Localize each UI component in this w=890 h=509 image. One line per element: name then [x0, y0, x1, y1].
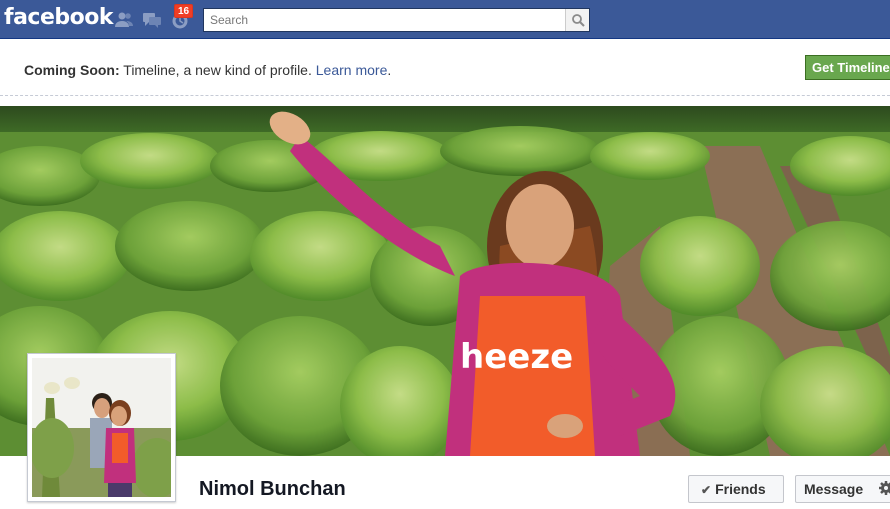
friends-button-label: Friends	[715, 481, 766, 497]
search-button[interactable]	[565, 9, 589, 31]
friends-button[interactable]: ✔ Friends	[688, 475, 784, 503]
message-button-label: Message	[804, 481, 864, 497]
checkmark-icon: ✔	[701, 483, 712, 497]
message-button[interactable]: Message	[795, 475, 890, 503]
timeline-notice-text: Coming Soon: Timeline, a new kind of pro…	[24, 62, 391, 78]
timeline-notice-bar: Coming Soon: Timeline, a new kind of pro…	[0, 40, 890, 96]
notice-bold-label: Coming Soon:	[24, 62, 120, 78]
search-input[interactable]	[204, 9, 566, 31]
profile-photo-image	[32, 358, 171, 497]
get-timeline-button[interactable]: Get Timeline	[805, 55, 890, 80]
friend-requests-icon[interactable]	[114, 10, 134, 30]
learn-more-link[interactable]: Learn more	[316, 62, 388, 78]
profile-name: Nimol Bunchan	[199, 478, 346, 500]
notice-text: Timeline, a new kind of profile.	[119, 62, 316, 78]
top-navigation-bar: facebook 16	[0, 0, 890, 39]
shirt-text: heeze	[460, 337, 573, 377]
search-box	[203, 8, 590, 32]
facebook-logo[interactable]: facebook	[4, 5, 114, 30]
search-icon	[572, 14, 585, 27]
messages-icon[interactable]	[142, 10, 162, 30]
notification-count-badge: 16	[174, 4, 194, 18]
notice-period: .	[387, 62, 392, 78]
gear-icon[interactable]	[878, 480, 890, 496]
profile-picture[interactable]	[27, 353, 176, 502]
